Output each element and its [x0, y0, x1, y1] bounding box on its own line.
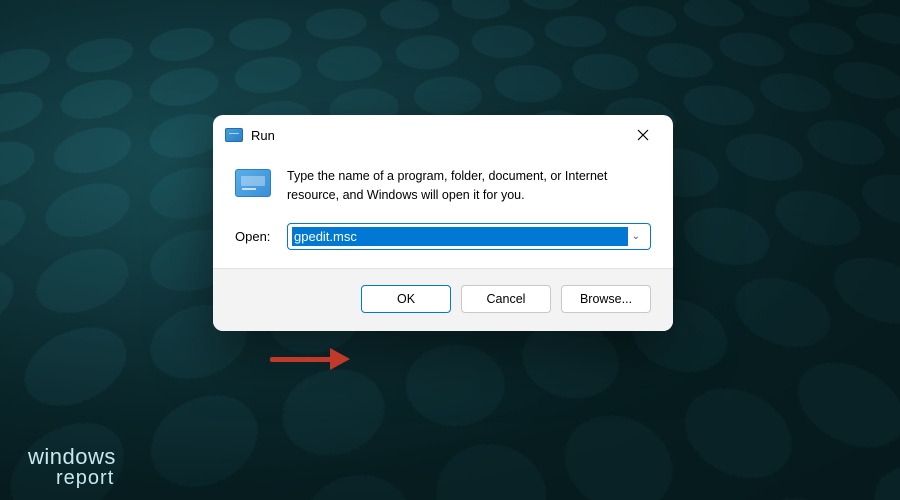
watermark-line2: report — [28, 468, 116, 488]
run-dialog: Run Type the name of a program, folder, … — [213, 115, 673, 331]
chevron-down-icon[interactable]: ⌄ — [628, 231, 644, 242]
watermark-logo: windows report — [28, 446, 116, 488]
dialog-footer: OK Cancel Browse... — [213, 269, 673, 331]
dialog-titlebar[interactable]: Run — [213, 115, 673, 153]
description-row: Type the name of a program, folder, docu… — [235, 167, 651, 205]
open-combobox[interactable]: gpedit.msc ⌄ — [287, 223, 651, 250]
open-input-row: Open: gpedit.msc ⌄ — [235, 223, 651, 250]
dialog-title: Run — [251, 128, 623, 143]
cancel-button[interactable]: Cancel — [461, 285, 551, 313]
close-button[interactable] — [623, 121, 663, 149]
dialog-body: Type the name of a program, folder, docu… — [213, 153, 673, 269]
run-icon — [235, 169, 271, 197]
open-label: Open: — [235, 229, 273, 244]
watermark-line1: windows — [28, 446, 116, 468]
close-icon — [637, 129, 649, 141]
run-titlebar-icon — [225, 128, 243, 142]
open-input-value[interactable]: gpedit.msc — [292, 227, 628, 246]
description-text: Type the name of a program, folder, docu… — [287, 167, 651, 205]
browse-button[interactable]: Browse... — [561, 285, 651, 313]
ok-button[interactable]: OK — [361, 285, 451, 313]
